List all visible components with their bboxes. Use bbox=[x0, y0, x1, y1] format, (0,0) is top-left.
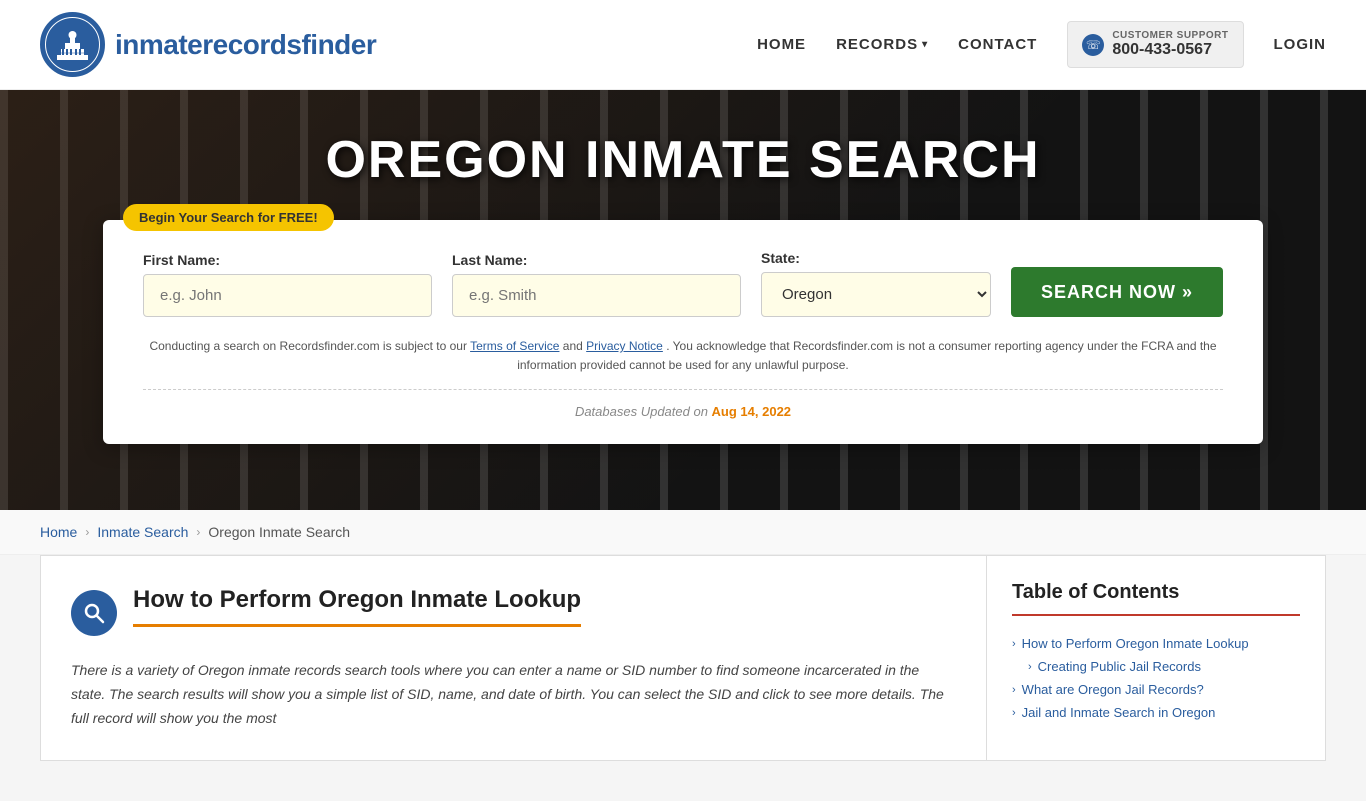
chevron-right-icon-4: › bbox=[1012, 707, 1016, 719]
state-label: State: bbox=[761, 250, 991, 266]
toc-item-1[interactable]: › How to Perform Oregon Inmate Lookup bbox=[1012, 632, 1300, 655]
content-area: How to Perform Oregon Inmate Lookup Ther… bbox=[40, 555, 986, 761]
support-phone: 800-433-0567 bbox=[1112, 41, 1212, 59]
chevron-right-icon-1: › bbox=[1012, 638, 1016, 650]
last-name-input[interactable] bbox=[452, 274, 741, 317]
breadcrumb: Home › Inmate Search › Oregon Inmate Sea… bbox=[0, 510, 1366, 555]
chevron-right-icon-2: › bbox=[1028, 661, 1032, 673]
nav-contact[interactable]: CONTACT bbox=[958, 36, 1037, 53]
toc-item-4[interactable]: › Jail and Inmate Search in Oregon bbox=[1012, 701, 1300, 724]
db-updated-date: Aug 14, 2022 bbox=[712, 404, 792, 419]
breadcrumb-home[interactable]: Home bbox=[40, 524, 77, 540]
state-group: State: Oregon Alabama Alaska Arizona Cal… bbox=[761, 250, 991, 317]
support-label: CUSTOMER SUPPORT bbox=[1112, 30, 1228, 41]
search-card: Begin Your Search for FREE! First Name: … bbox=[103, 220, 1263, 444]
main-nav: HOME RECORDS ▾ CONTACT ☏ CUSTOMER SUPPOR… bbox=[757, 21, 1326, 68]
db-updated: Databases Updated on Aug 14, 2022 bbox=[143, 389, 1223, 419]
nav-home[interactable]: HOME bbox=[757, 36, 806, 53]
content-heading: How to Perform Oregon Inmate Lookup bbox=[133, 586, 581, 627]
toc-list: › How to Perform Oregon Inmate Lookup › … bbox=[1012, 632, 1300, 724]
logo-text: inmaterecordsfinder bbox=[115, 29, 376, 61]
disclaimer-text: Conducting a search on Recordsfinder.com… bbox=[143, 337, 1223, 375]
logo-area[interactable]: inmaterecordsfinder bbox=[40, 12, 376, 77]
privacy-notice-link[interactable]: Privacy Notice bbox=[586, 339, 663, 353]
first-name-label: First Name: bbox=[143, 252, 432, 268]
first-name-group: First Name: bbox=[143, 252, 432, 317]
last-name-label: Last Name: bbox=[452, 252, 741, 268]
site-header: inmaterecordsfinder HOME RECORDS ▾ CONTA… bbox=[0, 0, 1366, 90]
chevron-right-icon-3: › bbox=[1012, 684, 1016, 696]
content-body: There is a variety of Oregon inmate reco… bbox=[71, 659, 956, 730]
hero-section: OREGON INMATE SEARCH Begin Your Search f… bbox=[0, 90, 1366, 510]
phone-icon: ☏ bbox=[1082, 34, 1104, 56]
hero-title: OREGON INMATE SEARCH bbox=[325, 130, 1040, 190]
breadcrumb-current: Oregon Inmate Search bbox=[208, 524, 350, 540]
logo-icon bbox=[40, 12, 105, 77]
begin-badge: Begin Your Search for FREE! bbox=[123, 204, 334, 231]
toc-item-3[interactable]: › What are Oregon Jail Records? bbox=[1012, 678, 1300, 701]
chevron-down-icon: ▾ bbox=[922, 39, 928, 50]
first-name-input[interactable] bbox=[143, 274, 432, 317]
content-search-icon bbox=[71, 590, 117, 636]
breadcrumb-inmate-search[interactable]: Inmate Search bbox=[97, 524, 188, 540]
state-select[interactable]: Oregon Alabama Alaska Arizona California… bbox=[761, 272, 991, 317]
search-fields: First Name: Last Name: State: Oregon Ala… bbox=[143, 250, 1223, 317]
breadcrumb-sep-2: › bbox=[196, 525, 200, 539]
terms-of-service-link[interactable]: Terms of Service bbox=[470, 339, 559, 353]
last-name-group: Last Name: bbox=[452, 252, 741, 317]
customer-support-button[interactable]: ☏ CUSTOMER SUPPORT 800-433-0567 bbox=[1067, 21, 1243, 68]
toc-sidebar: Table of Contents › How to Perform Orego… bbox=[986, 555, 1326, 761]
nav-records[interactable]: RECORDS ▾ bbox=[836, 36, 928, 53]
search-button[interactable]: SEARCH NOW » bbox=[1011, 267, 1223, 317]
nav-login[interactable]: LOGIN bbox=[1274, 36, 1327, 53]
main-content: How to Perform Oregon Inmate Lookup Ther… bbox=[0, 555, 1366, 801]
breadcrumb-sep-1: › bbox=[85, 525, 89, 539]
content-heading-row: How to Perform Oregon Inmate Lookup bbox=[71, 586, 956, 643]
toc-item-2[interactable]: › Creating Public Jail Records bbox=[1012, 655, 1300, 678]
toc-title: Table of Contents bbox=[1012, 581, 1300, 616]
